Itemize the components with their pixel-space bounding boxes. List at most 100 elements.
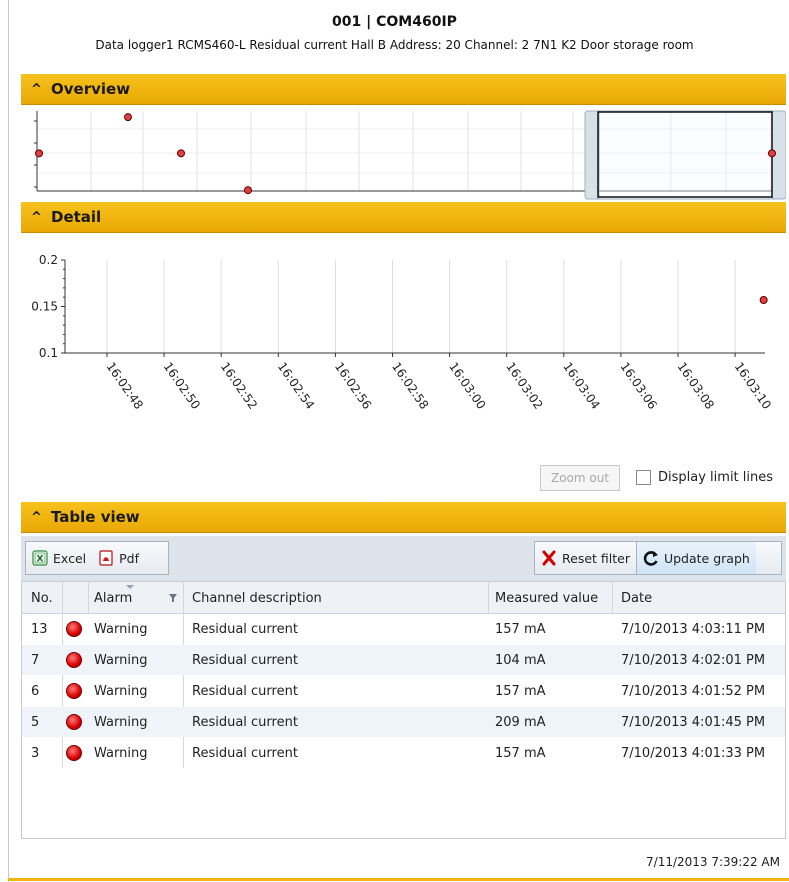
table-view-header[interactable]: ^ Table view: [21, 502, 786, 533]
update-graph-label: Update graph: [663, 550, 750, 566]
overview-selection-handle-left: [584, 110, 600, 200]
display-limit-lines-label[interactable]: Display limit lines: [658, 470, 773, 485]
detail-chart[interactable]: 0.2 0.15 0.1 16:02:48 16:02:50 16:02:52 16:02:…: [21, 240, 786, 460]
table-row[interactable]: 6 Warning Residual current 157 mA 7/10/2013 …: [22, 676, 785, 706]
table-row[interactable]: 3 Warning Residual current 157 mA 7/10/2013 …: [22, 738, 785, 768]
cell-measured-value: 157 mA: [495, 684, 546, 699]
red-alarm-dot-icon: [66, 652, 82, 668]
column-separator: [183, 582, 184, 614]
cell-alarm: Warning: [94, 622, 148, 637]
detail-label: Detail: [51, 208, 102, 226]
column-header-measured-value[interactable]: Measured value: [495, 591, 598, 606]
overview-selection-window: [586, 110, 785, 200]
column-header-date[interactable]: Date: [621, 591, 652, 606]
export-button-group: X Excel Pdf: [25, 541, 169, 575]
chevron-up-icon[interactable]: ^: [31, 82, 51, 97]
update-graph-button[interactable]: Update graph: [635, 542, 756, 574]
table-toolbar: X Excel Pdf Reset filter Update graph: [21, 536, 786, 582]
zoom-out-button[interactable]: Zoom out: [540, 465, 620, 491]
excel-label: Excel: [53, 550, 87, 566]
cell-no: 13: [31, 622, 48, 637]
reset-filter-button[interactable]: Reset filter: [535, 542, 636, 574]
overview-data-point: [768, 149, 776, 158]
pdf-button[interactable]: Pdf: [92, 542, 145, 574]
overview-chart[interactable]: [21, 105, 786, 200]
detail-y-tick-label: 0.15: [31, 300, 58, 314]
excel-button[interactable]: X Excel: [26, 542, 92, 574]
cell-measured-value: 157 mA: [495, 746, 546, 761]
page-subtitle: Data logger1 RCMS460-L Residual current …: [95, 38, 694, 52]
overview-header[interactable]: ^ Overview: [21, 74, 786, 105]
reset-filter-label: Reset filter: [562, 550, 630, 566]
red-alarm-dot-icon: [66, 683, 82, 699]
cell-measured-value: 157 mA: [495, 622, 546, 637]
cell-date: 7/10/2013 4:01:45 PM: [621, 715, 766, 730]
column-header-no[interactable]: No.: [31, 591, 53, 606]
cell-channel-description: Residual current: [192, 653, 298, 668]
detail-header[interactable]: ^ Detail: [21, 202, 786, 233]
red-alarm-dot-icon: [66, 714, 82, 730]
detail-x-tick-label: 16:03:08: [675, 360, 717, 412]
table-row[interactable]: 5 Warning Residual current 209 mA 7/10/2013 …: [22, 707, 785, 737]
filter-button-group: Reset filter Update graph: [534, 541, 782, 575]
table-row[interactable]: 7 Warning Residual current 104 mA 7/10/2013 …: [22, 645, 785, 675]
chevron-up-icon[interactable]: ^: [31, 210, 51, 225]
cell-no: 5: [31, 715, 40, 730]
page-title: 001 | COM460IP: [332, 14, 457, 30]
column-separator: [488, 582, 489, 614]
column-separator: [62, 582, 63, 614]
cell-measured-value: 104 mA: [495, 653, 546, 668]
column-separator: [88, 582, 89, 614]
cell-measured-value: 209 mA: [495, 715, 546, 730]
cell-date: 7/10/2013 4:03:11 PM: [621, 622, 766, 637]
cell-channel-description: Residual current: [192, 684, 298, 699]
column-separator: [612, 582, 613, 614]
pdf-icon: [99, 550, 113, 566]
cell-date: 7/10/2013 4:01:33 PM: [621, 746, 766, 761]
refresh-icon: [643, 551, 658, 566]
filter-icon[interactable]: [168, 593, 178, 603]
display-limit-lines-checkbox[interactable]: [636, 470, 651, 485]
detail-y-tick-label: 0.1: [39, 346, 58, 360]
overview-label: Overview: [51, 80, 131, 98]
cell-channel-description: Residual current: [192, 622, 298, 637]
cell-channel-description: Residual current: [192, 746, 298, 761]
overview-data-point: [124, 113, 132, 122]
detail-x-tick-label: 16:02:56: [332, 360, 374, 412]
pdf-label: Pdf: [119, 550, 139, 566]
overview-data-point: [244, 186, 252, 195]
cell-no: 7: [31, 653, 40, 668]
cell-date: 7/10/2013 4:02:01 PM: [621, 653, 766, 668]
column-header-alarm[interactable]: Alarm: [94, 591, 132, 606]
detail-x-tick-label: 16:02:52: [218, 360, 260, 412]
cell-alarm: Warning: [94, 684, 148, 699]
detail-x-tick-label: 16:03:04: [560, 360, 602, 412]
svg-text:X: X: [37, 555, 44, 565]
detail-x-tick-label: 16:03:02: [503, 360, 545, 412]
bottom-accent-line: [8, 878, 789, 881]
chevron-up-icon[interactable]: ^: [31, 510, 51, 525]
footer-timestamp: 7/11/2013 7:39:22 AM: [646, 855, 780, 869]
cell-channel-description: Residual current: [192, 715, 298, 730]
column-header-channel-description[interactable]: Channel description: [192, 591, 322, 606]
excel-icon: X: [32, 550, 48, 566]
table-row[interactable]: 13 Warning Residual current 157 mA 7/10/2013…: [22, 614, 785, 644]
red-alarm-dot-icon: [66, 745, 82, 761]
detail-data-point: [759, 295, 768, 304]
cell-date: 7/10/2013 4:01:52 PM: [621, 684, 766, 699]
cell-alarm: Warning: [94, 653, 148, 668]
red-x-icon: [542, 550, 556, 566]
detail-x-tick-label: 16:02:48: [104, 360, 146, 412]
detail-x-tick-label: 16:02:54: [275, 360, 317, 412]
detail-x-tick-label: 16:03:00: [446, 360, 488, 412]
red-alarm-dot-icon: [66, 621, 82, 637]
cell-no: 3: [31, 746, 40, 761]
detail-x-tick-label: 16:03:10: [732, 360, 774, 412]
sort-indicator-icon: [126, 585, 134, 589]
detail-y-tick-label: 0.2: [39, 253, 58, 267]
overview-data-point: [35, 149, 43, 158]
table-header: No. Alarm Channel description Measured v…: [22, 582, 785, 614]
overview-data-point: [177, 149, 185, 158]
data-table: No. Alarm Channel description Measured v…: [21, 582, 786, 839]
detail-x-tick-label: 16:03:06: [617, 360, 659, 412]
